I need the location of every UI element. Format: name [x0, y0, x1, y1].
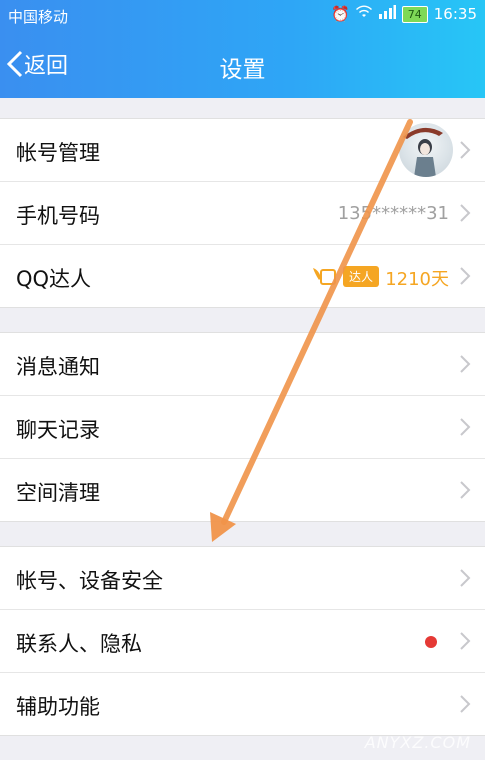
row-label: 手机号码 [16, 204, 100, 228]
settings-group-general: 消息通知 聊天记录 空间清理 [0, 332, 485, 522]
phone-value: 135******31 [337, 203, 449, 224]
row-accessibility[interactable]: 辅助功能 [0, 673, 485, 735]
signal-icon [378, 5, 396, 23]
chevron-right-icon [460, 267, 471, 285]
chevron-right-icon [460, 204, 471, 222]
status-bar: 中国移动 ⏰ 74 16:35 [0, 0, 485, 30]
carrier-label: 中国移动 [8, 8, 69, 26]
row-phone-number[interactable]: 手机号码 135******31 [0, 182, 485, 245]
battery-icon: 74 [401, 5, 428, 23]
chevron-right-icon [460, 632, 471, 650]
badge-tag: 达人 [342, 265, 379, 287]
avatar [399, 123, 453, 177]
chevron-right-icon [460, 569, 471, 587]
qq-master-badge: 达人 [311, 264, 379, 288]
row-label: 聊天记录 [16, 418, 100, 442]
row-contacts-privacy[interactable]: 联系人、隐私 [0, 610, 485, 673]
row-label: 消息通知 [16, 355, 100, 379]
row-label: 联系人、隐私 [16, 632, 142, 656]
chevron-right-icon [460, 141, 471, 159]
settings-group-account: 帐号管理 手机号码 135******31 QQ达人 达人 1210天 [0, 118, 485, 308]
row-qq-master[interactable]: QQ达人 达人 1210天 [0, 245, 485, 307]
time-label: 16:35 [433, 5, 477, 23]
page-title: 设置 [219, 57, 266, 83]
row-label: 帐号、设备安全 [16, 569, 163, 593]
chevron-right-icon [460, 481, 471, 499]
row-label: 空间清理 [16, 481, 100, 505]
nav-header: 返回 设置 [0, 30, 485, 98]
row-label: 辅助功能 [16, 695, 100, 719]
chevron-right-icon [460, 695, 471, 713]
row-chat-history[interactable]: 聊天记录 [0, 396, 485, 459]
new-indicator-dot [425, 636, 437, 648]
chevron-right-icon [460, 418, 471, 436]
row-label: QQ达人 [16, 267, 92, 291]
row-account-management[interactable]: 帐号管理 [0, 119, 485, 182]
days-value: 1210天 [385, 269, 449, 290]
settings-group-security: 帐号、设备安全 联系人、隐私 辅助功能 [0, 546, 485, 736]
chevron-right-icon [460, 355, 471, 373]
row-notifications[interactable]: 消息通知 [0, 333, 485, 396]
wings-icon [312, 268, 336, 285]
alarm-icon: ⏰ [331, 5, 350, 23]
wifi-icon [355, 5, 372, 23]
row-storage-cleanup[interactable]: 空间清理 [0, 459, 485, 521]
watermark: ANYXZ.COM [364, 733, 471, 752]
row-account-device-security[interactable]: 帐号、设备安全 [0, 547, 485, 610]
status-icons: ⏰ 74 16:35 [331, 5, 477, 23]
row-label: 帐号管理 [16, 141, 100, 165]
